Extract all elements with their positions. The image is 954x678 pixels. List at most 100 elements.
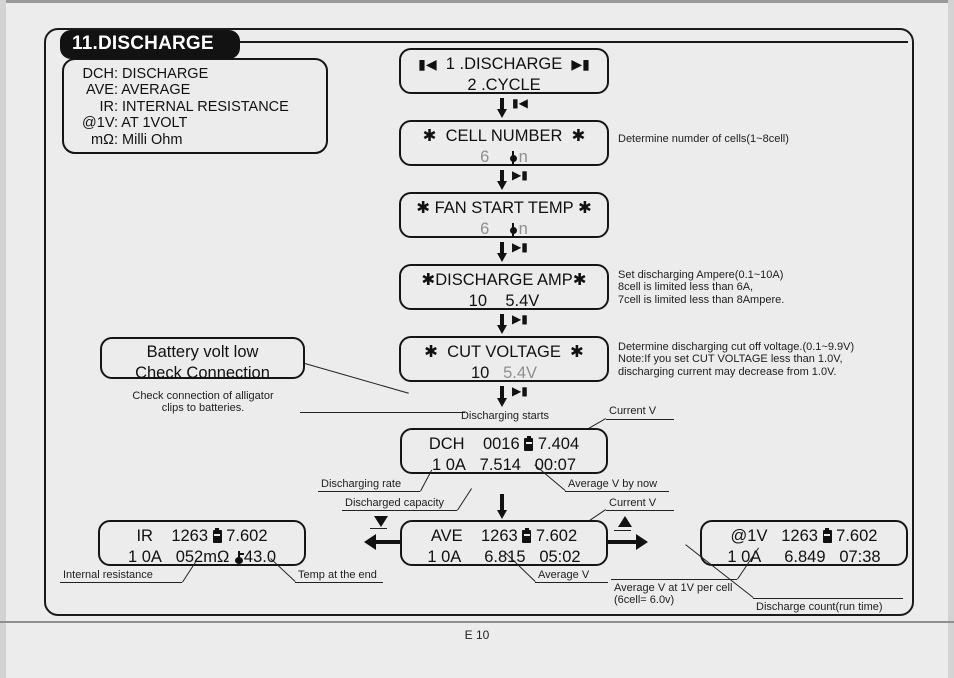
- battery-icon: [524, 436, 534, 451]
- dch-line-1: DCH 0016 7.404: [428, 435, 580, 453]
- legend-label: AVE:: [86, 82, 118, 99]
- star-icon: ✱: [424, 343, 438, 361]
- legend-row: mΩ: Milli Ohm: [64, 132, 326, 148]
- label-average-v: Average V: [538, 569, 590, 581]
- ir-line-1: IR 1263 7.602: [136, 527, 268, 545]
- leader-line: [300, 412, 301, 413]
- arrow-to-at1v-screen: [608, 534, 648, 550]
- note-cut-voltage: Determine discharging cut off voltage.(0…: [618, 341, 855, 378]
- note-cell-number: Determine numder of cells(1~8cell): [618, 133, 789, 145]
- lcd-ave-screen: AVE 1263 7.602 1 0A 6.815 05:02: [400, 520, 608, 566]
- lcd-cell-number: ✱ CELL NUMBER ✱ 6 n: [399, 120, 609, 166]
- underline: [535, 582, 608, 583]
- underline: [318, 491, 420, 492]
- lcd-discharge-amp: ✱DISCHARGE AMP✱ 10 5.4V: [399, 264, 609, 310]
- cell-number-title: ✱ CELL NUMBER ✱: [422, 127, 586, 145]
- label-discharging-rate: Discharging rate: [321, 478, 402, 490]
- cut-voltage-title: ✱ CUT VOLTAGE ✱: [424, 343, 584, 361]
- star-icon: ✱: [422, 127, 437, 145]
- lcd-cut-voltage: ✱ CUT VOLTAGE ✱ 10 5.4V: [399, 336, 609, 382]
- lcd-ir-screen: IR 1263 7.602 1 0A 052mΩ 43.0: [98, 520, 306, 566]
- legend-row: DCH: DISCHARGE: [64, 66, 326, 82]
- prev-track-icon: ▮◀: [418, 56, 437, 72]
- page-left-margin: [0, 0, 6, 678]
- page-footer: E 10: [464, 628, 490, 642]
- fan-temp-title: ✱ FAN START TEMP ✱: [416, 199, 592, 217]
- label-discharging-starts: Discharging starts: [460, 410, 550, 422]
- thermometer-icon: [234, 551, 244, 564]
- label-discharge-count: Discharge count(run time): [756, 601, 883, 613]
- lcd-menu-screen: ▮◀ 1 .DISCHARGE ▶▮ 2 .CYCLE: [399, 48, 609, 94]
- legend-row: @1V: AT 1VOLT: [64, 115, 326, 131]
- legend-row: AVE: AVERAGE: [64, 82, 326, 98]
- legend-text: INTERNAL RESISTANCE: [122, 98, 289, 115]
- abbreviation-legend: DCH: DISCHARGE AVE: AVERAGE IR: INTERNAL…: [62, 58, 328, 154]
- legend-label: mΩ:: [91, 131, 118, 148]
- star-icon: ✱: [571, 127, 586, 145]
- lcd-dch-screen: DCH 0016 7.404 1 0A 7.514 00:07: [400, 428, 608, 474]
- discharge-amp-title: ✱DISCHARGE AMP✱: [421, 271, 587, 289]
- legend-text: AT 1VOLT: [121, 115, 188, 132]
- discharge-amp-value: 10 5.4V: [468, 292, 540, 310]
- ir-line-2: 1 0A 052mΩ 43.0: [127, 548, 277, 566]
- menu-line-2: 2 .CYCLE: [467, 76, 541, 94]
- error-line-1: Battery volt low: [146, 343, 259, 361]
- next-track-icon: ▶▮: [512, 240, 528, 254]
- legend-label: DCH:: [82, 66, 118, 82]
- note-discharge-amp: Set discharging Ampere(0.1~10A) 8cell is…: [618, 269, 785, 306]
- note-error-hint: Check connection of alligator clips to b…: [132, 390, 274, 415]
- star-icon: ✱: [577, 199, 592, 217]
- legend-label: @1V:: [82, 115, 118, 132]
- page-bottom-rule: [0, 621, 954, 623]
- lcd-at1v-screen: @1V 1263 7.602 1 0A 6.849 07:38: [700, 520, 908, 566]
- battery-icon: [522, 528, 532, 543]
- dch-line-2: 1 0A 7.514 00:07: [431, 456, 577, 474]
- lcd-fan-start-temp: ✱ FAN START TEMP ✱ 6 n: [399, 192, 609, 238]
- manual-page: 11.DISCHARGE DCH: DISCHARGE AVE: AVERAGE…: [0, 0, 954, 678]
- label-discharged-capacity: Discharged capacity: [345, 497, 445, 509]
- underline: [606, 419, 674, 420]
- underline: [614, 530, 631, 531]
- legend-row: IR: INTERNAL RESISTANCE: [64, 99, 326, 115]
- underline: [611, 579, 737, 580]
- label-current-v-mid: Current V: [609, 497, 657, 509]
- battery-icon: [212, 528, 222, 543]
- up-triangle-icon: [618, 516, 632, 527]
- next-track-icon: ▶▮: [512, 168, 528, 182]
- error-line-2: Check Connection: [135, 364, 270, 382]
- underline: [370, 528, 387, 529]
- label-temp-at-end: Temp at the end: [298, 569, 377, 581]
- fan-icon: [508, 223, 519, 237]
- underline: [60, 582, 182, 583]
- underline: [565, 491, 669, 492]
- next-track-icon: ▶▮: [512, 384, 528, 398]
- title-rule: [236, 41, 908, 43]
- legend-text: AVERAGE: [121, 82, 191, 99]
- prev-track-icon: ▮◀: [512, 96, 528, 110]
- at1v-line-2: 1 0A 6.849 07:38: [727, 548, 881, 566]
- cut-voltage-value: 10 5.4V: [470, 364, 538, 382]
- menu-option-discharge: 1 .DISCHARGE: [445, 55, 563, 73]
- down-triangle-icon: [374, 516, 388, 527]
- label-average-at-1v: Average V at 1V per cell (6cell= 6.0v): [614, 582, 733, 607]
- battery-icon: [822, 528, 832, 543]
- fan-temp-value: 6 n: [480, 220, 528, 238]
- underline: [295, 582, 383, 583]
- fan-icon: [508, 151, 519, 165]
- underline: [606, 510, 674, 511]
- at1v-line-1: @1V 1263 7.602: [730, 527, 878, 545]
- arrow-to-ir-screen: [364, 534, 400, 550]
- label-current-v-top: Current V: [609, 405, 657, 417]
- next-track-icon: ▶▮: [512, 312, 528, 326]
- label-average-v-by-now: Average V by now: [568, 478, 658, 490]
- underline: [342, 510, 457, 511]
- next-track-icon: ▶▮: [571, 56, 590, 72]
- page-right-margin: [948, 0, 954, 678]
- menu-line-1: ▮◀ 1 .DISCHARGE ▶▮: [401, 54, 607, 74]
- star-icon: ✱: [416, 199, 431, 217]
- legend-label: IR:: [99, 98, 118, 115]
- label-internal-resistance: Internal resistance: [63, 569, 153, 581]
- underline: [753, 598, 903, 599]
- star-icon: ✱: [572, 271, 587, 289]
- page-top-rule: [0, 0, 954, 3]
